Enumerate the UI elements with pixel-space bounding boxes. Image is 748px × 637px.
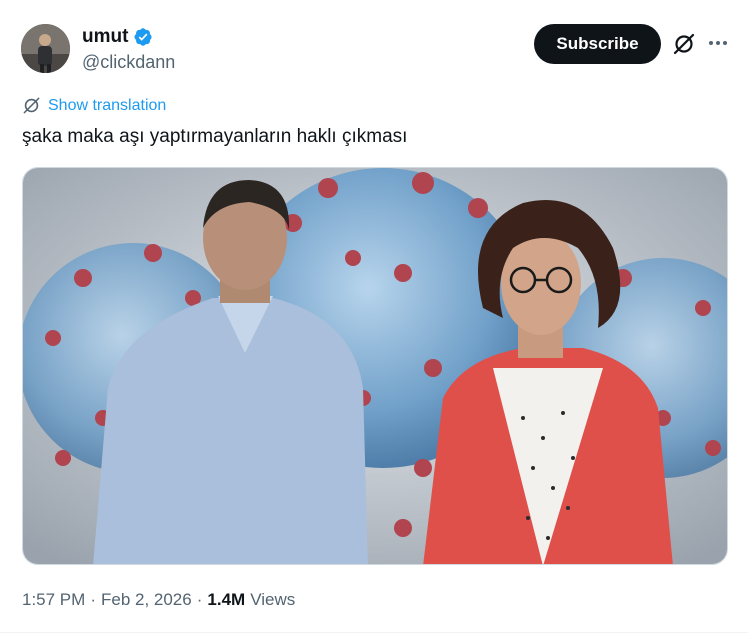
tweet-text: şaka maka aşı yaptırmayanların haklı çık… <box>22 126 408 147</box>
tweet-time[interactable]: 1:57 PM <box>22 590 85 610</box>
meta-separator: · <box>196 590 203 609</box>
more-icon[interactable] <box>707 34 729 52</box>
meta-separator: · <box>90 590 96 609</box>
views-label: Views <box>250 590 296 609</box>
verified-badge-icon <box>134 28 152 46</box>
tweet-date[interactable]: Feb 2, 2026 <box>101 590 192 610</box>
author-name-row[interactable]: umut <box>82 26 153 48</box>
display-name[interactable]: umut <box>82 26 128 48</box>
translate-icon <box>23 97 40 114</box>
tweet-meta: 1:57 PM · Feb 2, 2026 · 1.4M Views <box>22 590 295 610</box>
divider <box>0 632 748 633</box>
subscribe-button[interactable]: Subscribe <box>534 24 661 64</box>
views-count: 1.4M <box>207 590 246 609</box>
tweet-media-image[interactable] <box>22 167 728 565</box>
avatar[interactable] <box>21 24 70 73</box>
avatar-image <box>21 24 70 73</box>
author-handle[interactable]: @clickdann <box>82 52 175 73</box>
grok-icon[interactable] <box>672 32 696 56</box>
show-translation-label[interactable]: Show translation <box>48 97 166 115</box>
show-translation-link[interactable]: Show translation <box>22 96 166 115</box>
media-illustration <box>23 168 727 564</box>
